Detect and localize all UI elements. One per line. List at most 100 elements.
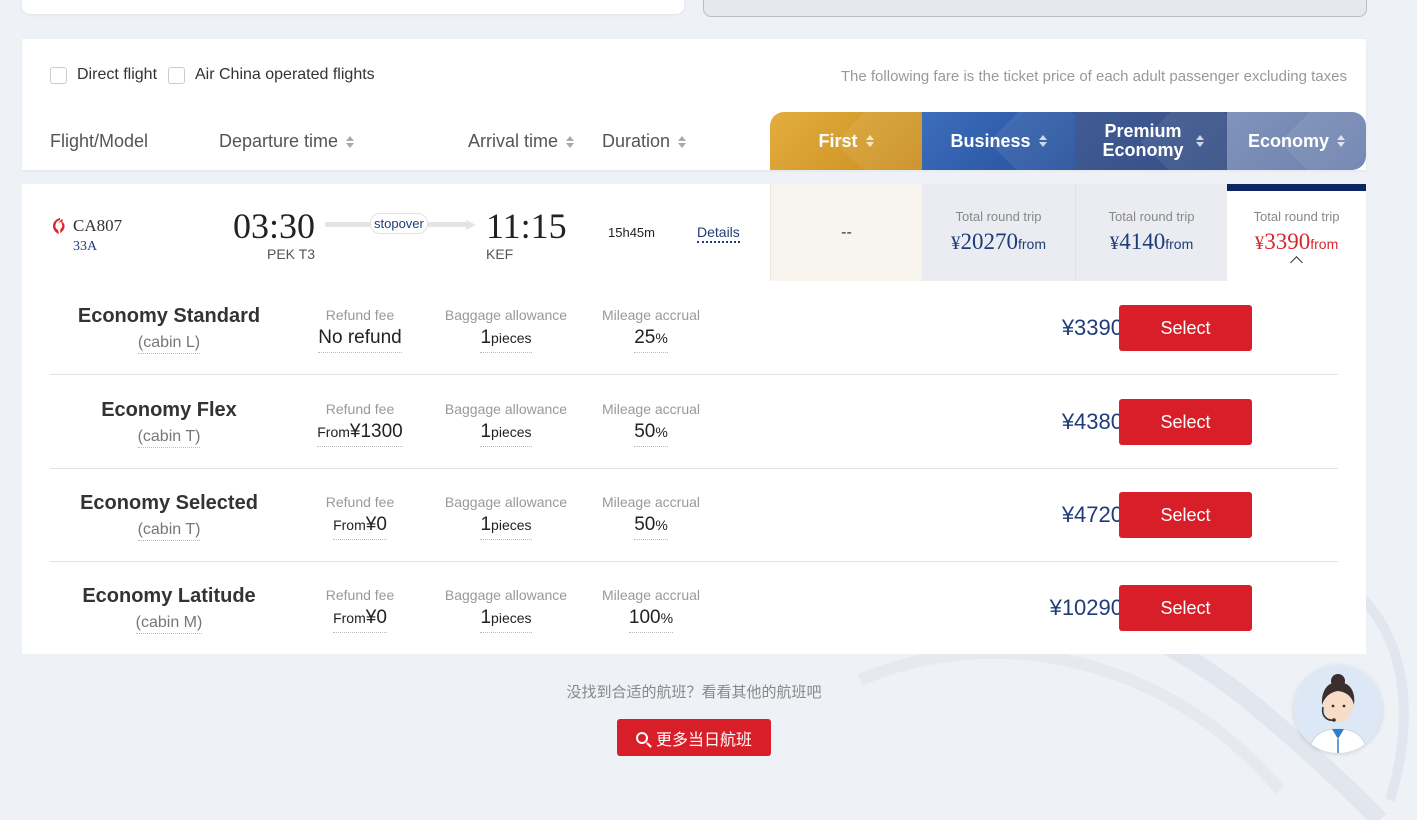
fare-cabin: (cabin M) [50, 614, 288, 634]
mileage-value[interactable]: 50% [634, 421, 668, 447]
arrival-airport: KEF [486, 246, 514, 262]
tab-first-label: First [818, 130, 858, 151]
mileage-number: 50 [634, 421, 656, 442]
price-cell-economy[interactable]: Total round trip ¥3390from [1227, 184, 1366, 281]
premium-economy-amount: 4140 [1119, 229, 1166, 254]
baggage-value[interactable]: 1pieces [480, 514, 532, 540]
route-arrow-icon [466, 220, 476, 230]
fare-name: Economy Standard [77, 305, 261, 327]
baggage-count: 1 [480, 421, 492, 442]
mileage-accrual: Mileage accrual 50% [571, 494, 731, 540]
price-cell-business[interactable]: Total round trip ¥20270from [922, 184, 1075, 281]
air-china-operated-filter[interactable]: Air China operated flights [168, 66, 375, 84]
fare-cabin-label[interactable]: (cabin T) [137, 521, 201, 541]
direct-flight-label: Direct flight [77, 66, 158, 83]
select-button[interactable]: Select [1119, 585, 1252, 631]
fare-name: Economy Latitude [82, 585, 256, 607]
baggage-unit: pieces [491, 330, 532, 346]
mileage-number: 25 [634, 327, 656, 348]
fare-options-panel: Economy Standard (cabin L) Refund fee No… [22, 281, 1366, 654]
sort-arrows-icon [865, 135, 874, 147]
refund-fee: Refund fee From¥0 [280, 587, 440, 633]
mileage-number: 100 [628, 607, 661, 628]
mileage-value[interactable]: 100% [628, 607, 674, 633]
fare-row: Economy Selected (cabin T) Refund fee Fr… [50, 468, 1338, 562]
refund-fee-value[interactable]: From¥0 [333, 607, 387, 633]
top-right-panel [703, 0, 1367, 17]
select-button[interactable]: Select [1119, 399, 1252, 445]
tab-premium-economy[interactable]: Premium Economy [1075, 112, 1227, 170]
sort-arrows-icon [346, 135, 355, 148]
sort-arrows-icon [566, 135, 575, 148]
refund-fee-label: Refund fee [325, 587, 395, 603]
air-china-operated-checkbox[interactable] [168, 66, 185, 84]
refund-amount: ¥0 [365, 514, 387, 535]
refund-fee-value[interactable]: From¥0 [333, 514, 387, 540]
fare-cabin-label[interactable]: (cabin M) [135, 614, 203, 634]
economy-amount: 3390 [1264, 229, 1311, 254]
fare-name: Economy Flex [101, 399, 237, 421]
tab-first[interactable]: First [770, 112, 922, 170]
baggage-allowance: Baggage allowance 1pieces [426, 307, 586, 353]
tab-economy[interactable]: Economy [1227, 112, 1366, 170]
fare-price: ¥10290 [1049, 595, 1123, 620]
tab-business[interactable]: Business [922, 112, 1075, 170]
fare-price: ¥4380 [1061, 409, 1123, 434]
refund-amount: ¥0 [365, 607, 387, 628]
refund-fee-value[interactable]: No refund [318, 327, 402, 353]
sort-departure-time[interactable]: Departure time [219, 131, 355, 152]
refund-prefix: From [317, 424, 350, 440]
direct-flight-checkbox[interactable] [50, 66, 67, 84]
tab-premium-economy-label: Premium Economy [1102, 121, 1184, 160]
stopover-badge[interactable]: stopover [370, 213, 428, 234]
mileage-label: Mileage accrual [601, 587, 701, 603]
more-flights-button[interactable]: 更多当日航班 [617, 719, 771, 756]
details-link[interactable]: Details [697, 224, 740, 243]
direct-flight-filter[interactable]: Direct flight [50, 66, 157, 84]
mileage-label: Mileage accrual [601, 494, 701, 510]
fare-row: Economy Standard (cabin L) Refund fee No… [50, 281, 1338, 375]
refund-fee: Refund fee No refund [280, 307, 440, 353]
mileage-label: Mileage accrual [601, 307, 701, 323]
fare-note: The following fare is the ticket price o… [840, 68, 1347, 85]
baggage-allowance: Baggage allowance 1pieces [426, 494, 586, 540]
fare-cabin-label[interactable]: (cabin T) [137, 428, 201, 448]
departure-airport: PEK T3 [267, 246, 315, 262]
mileage-value[interactable]: 25% [634, 327, 668, 353]
baggage-allowance: Baggage allowance 1pieces [426, 401, 586, 447]
select-button[interactable]: Select [1119, 492, 1252, 538]
baggage-label: Baggage allowance [444, 307, 568, 323]
refund-fee-value[interactable]: From¥1300 [317, 421, 403, 447]
fare-cabin: (cabin T) [50, 428, 288, 448]
baggage-value[interactable]: 1pieces [480, 421, 532, 447]
business-price: ¥20270from [922, 229, 1075, 255]
mileage-accrual: Mileage accrual 25% [571, 307, 731, 353]
baggage-value[interactable]: 1pieces [480, 607, 532, 633]
baggage-value[interactable]: 1pieces [480, 327, 532, 353]
customer-service-button[interactable] [1294, 665, 1382, 753]
no-suitable-flight-text: 没找到合适的航班？看看其他的航班吧 [566, 684, 822, 701]
refund-fee: Refund fee From¥0 [280, 494, 440, 540]
baggage-label: Baggage allowance [444, 587, 568, 603]
fare-cabin: (cabin L) [50, 334, 288, 354]
economy-price-label: Total round trip [1253, 209, 1340, 224]
top-left-card [22, 0, 684, 14]
price-cell-first: -- [770, 184, 922, 281]
aircraft-model: 33A [73, 239, 98, 254]
sort-duration[interactable]: Duration [602, 131, 687, 152]
mileage-accrual: Mileage accrual 50% [571, 401, 731, 447]
fare-cabin-label[interactable]: (cabin L) [137, 334, 201, 354]
business-amount: 20270 [960, 229, 1019, 254]
sort-arrows-icon [1196, 135, 1204, 147]
chevron-up-icon[interactable] [1290, 256, 1303, 269]
baggage-allowance: Baggage allowance 1pieces [426, 587, 586, 633]
mileage-value[interactable]: 50% [634, 514, 668, 540]
tab-economy-label: Economy [1247, 130, 1330, 151]
sort-arrival-time[interactable]: Arrival time [468, 131, 575, 152]
flight-duration: 15h45m [608, 225, 655, 240]
select-button[interactable]: Select [1119, 305, 1252, 351]
tab-business-label: Business [950, 130, 1031, 151]
price-cell-premium-economy[interactable]: Total round trip ¥4140from [1075, 184, 1227, 281]
customer-service-avatar-icon [1294, 665, 1382, 753]
refund-amount: No refund [318, 327, 402, 348]
